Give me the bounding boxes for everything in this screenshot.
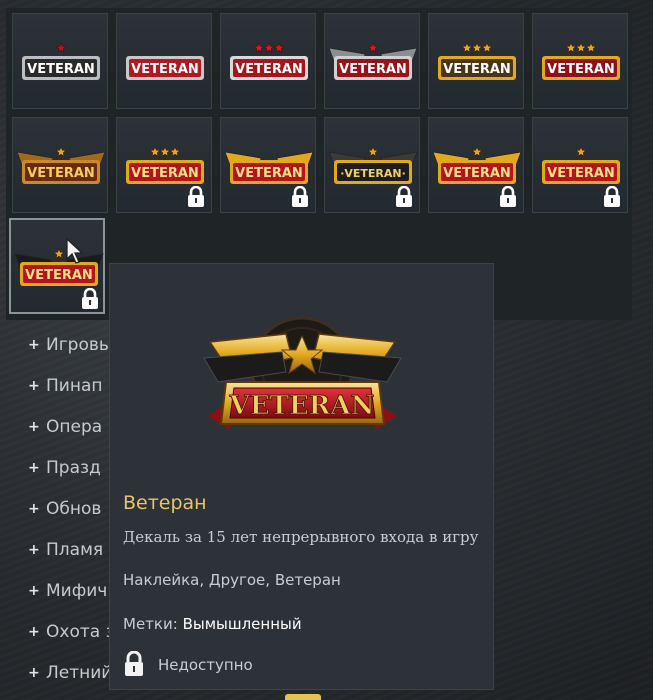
decal-description: Декаль за 15 лет непрерывного входа в иг… <box>123 528 479 546</box>
category-item[interactable]: + Опера <box>28 406 118 447</box>
veteran-badge-icon: VETERAN <box>438 42 516 80</box>
decal-tile[interactable]: ·VETERAN· <box>324 117 420 213</box>
expand-icon: + <box>28 582 40 599</box>
decal-tile[interactable]: VETERAN <box>532 13 628 109</box>
expand-icon: + <box>28 377 40 394</box>
expand-icon: + <box>28 500 40 517</box>
badge-label: VETERAN <box>547 62 615 77</box>
badge-label: VETERAN <box>27 62 95 77</box>
availability-status: Недоступно <box>158 656 253 674</box>
category-item[interactable]: + Игровы <box>28 324 118 365</box>
decal-tile[interactable]: VETERAN <box>9 218 105 314</box>
veteran-badge-icon: VETERAN <box>542 42 620 80</box>
lock-icon <box>500 186 516 207</box>
lock-icon <box>82 288 98 309</box>
lock-icon <box>188 186 204 207</box>
expand-icon: + <box>28 664 40 681</box>
veteran-badge-icon: VETERAN <box>126 56 204 80</box>
veteran-badge-icon: VETERAN <box>22 42 100 80</box>
badge-label: VETERAN <box>547 166 615 181</box>
decal-tile[interactable]: VETERAN <box>116 13 212 109</box>
decal-tile[interactable]: VETERAN <box>220 13 316 109</box>
decal-tile[interactable]: VETERAN <box>12 117 108 213</box>
tags-value: Вымышленный <box>182 615 302 633</box>
category-menu: + Игровы + Пинап + Опера + Празд + Обнов + Пла… <box>28 324 118 693</box>
category-item[interactable]: + Пламя <box>28 529 118 570</box>
decal-tile[interactable]: VETERAN <box>428 13 524 109</box>
expand-icon: + <box>28 623 40 640</box>
badge-label: VETERAN <box>443 166 511 181</box>
decal-tile[interactable]: VETERAN <box>116 117 212 213</box>
badge-label: VETERAN <box>235 62 303 77</box>
lock-icon <box>292 186 308 207</box>
category-item[interactable]: + Обнов <box>28 488 118 529</box>
badge-label: VETERAN <box>443 62 511 77</box>
decal-title: Ветеран <box>123 492 207 514</box>
expand-icon: + <box>28 541 40 558</box>
badge-text: VETERAN <box>229 391 375 421</box>
decal-tile[interactable]: VETERAN <box>532 117 628 213</box>
expand-icon: + <box>28 336 40 353</box>
decal-tooltip: VETERAN Ветеран Декаль за 15 лет непреры… <box>109 263 494 690</box>
decal-tags: Метки: Вымышленный <box>123 615 302 633</box>
badge-label: VETERAN <box>25 268 93 283</box>
veteran-badge-image: VETERAN <box>203 316 402 430</box>
badge-label: VETERAN <box>27 166 95 181</box>
badge-label: VETERAN <box>339 62 407 77</box>
badge-label: ·VETERAN· <box>340 167 406 180</box>
lock-icon <box>396 186 412 207</box>
decal-tile[interactable]: VETERAN <box>220 117 316 213</box>
badge-label: VETERAN <box>131 62 199 77</box>
badge-label: VETERAN <box>131 166 199 181</box>
veteran-badge-icon: VETERAN <box>16 146 106 184</box>
mouse-cursor-icon <box>66 238 84 264</box>
decoration <box>285 694 321 700</box>
category-item[interactable]: + Празд <box>28 447 118 488</box>
decal-tile[interactable]: VETERAN <box>12 13 108 109</box>
lock-icon <box>125 651 143 676</box>
tags-label: Метки: <box>123 615 178 633</box>
category-item[interactable]: + Летний <box>28 652 118 693</box>
decal-tile[interactable]: VETERAN <box>428 117 524 213</box>
lock-icon <box>604 186 620 207</box>
veteran-badge-icon: VETERAN <box>328 42 418 80</box>
expand-icon: + <box>28 418 40 435</box>
veteran-badge-icon: VETERAN <box>230 42 308 80</box>
category-item[interactable]: + Охота з <box>28 611 118 652</box>
category-item[interactable]: + Пинап <box>28 365 118 406</box>
expand-icon: + <box>28 459 40 476</box>
badge-label: VETERAN <box>235 166 303 181</box>
decal-tile[interactable]: VETERAN <box>324 13 420 109</box>
decal-categories: Наклейка, Другое, Ветеран <box>123 571 341 589</box>
category-item[interactable]: + Мифич <box>28 570 118 611</box>
